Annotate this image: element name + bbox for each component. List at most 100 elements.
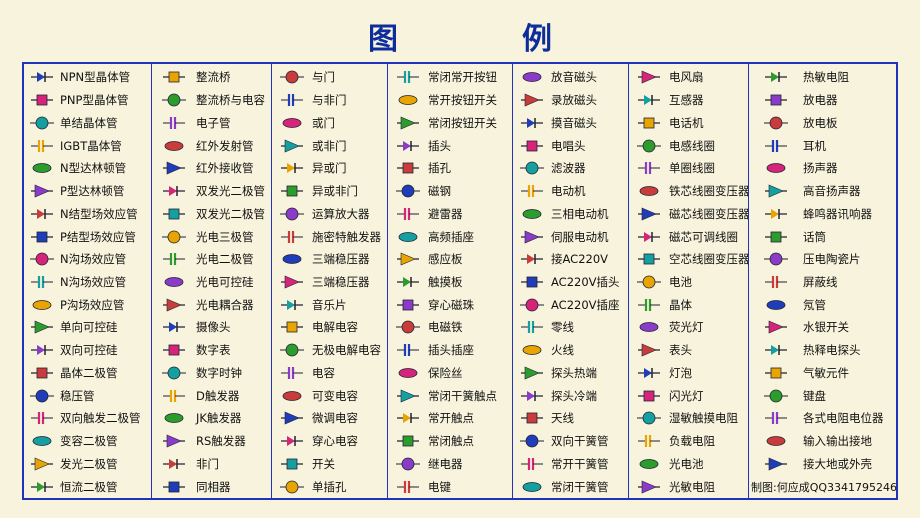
legend-item-label: 铁芯线圈变压器 xyxy=(669,184,748,199)
switch-icon xyxy=(272,455,312,473)
legend-item-label: 运算放大器 xyxy=(312,206,370,221)
digital-meter-icon xyxy=(152,341,196,359)
legend-item: 或非门 xyxy=(272,134,387,157)
legend-item-label: P结型场效应管 xyxy=(60,229,136,244)
battery-icon xyxy=(629,273,669,291)
legend-item: 空芯线圈变压器 xyxy=(629,248,748,271)
legend-item-label: 红外发射管 xyxy=(196,138,254,153)
legend-item: 晶体 xyxy=(629,293,748,316)
lightning-arrester-icon xyxy=(388,205,428,223)
optocoupler-icon xyxy=(152,296,196,314)
nc-no-button-icon xyxy=(388,68,428,86)
legend-item-label: 蜂鸣器讯响器 xyxy=(803,206,872,221)
legend-item: 恒流二极管 xyxy=(24,475,151,498)
legend-item-label: 常闭按钮开关 xyxy=(428,115,497,130)
legend-item: AC220V插头 xyxy=(513,271,628,294)
legend-item-label: 电感线圈 xyxy=(669,138,715,153)
legend-item-label: 常开干簧管 xyxy=(551,456,609,471)
legend-item: 电磁铁 xyxy=(388,316,512,339)
load-resistor-icon xyxy=(629,432,669,450)
legend-item: 单结晶体管 xyxy=(24,111,151,134)
legend-item-label: PNP型晶体管 xyxy=(60,93,129,108)
ac220v-terminal-icon xyxy=(513,250,551,268)
legend-item-label: 探头冷端 xyxy=(551,388,597,403)
legend-item: 接大地或外壳 xyxy=(749,452,896,475)
legend-item-label: 电键 xyxy=(428,479,451,494)
legend-item-label: 磁芯线圈变压器 xyxy=(669,206,748,221)
n-channel-fet-icon xyxy=(24,250,60,268)
legend-item: 数字时钟 xyxy=(152,362,271,385)
legend-item: 整流桥与电容 xyxy=(152,89,271,112)
legend-item: 常开干簧管 xyxy=(513,452,628,475)
legend-item-label: 三相电动机 xyxy=(551,206,609,221)
legend-item: 电解电容 xyxy=(272,316,387,339)
legend-item: 常闭干簧管 xyxy=(513,475,628,498)
legend-item-label: N结型场效应管 xyxy=(60,206,138,221)
rectifier-capacitor-icon xyxy=(152,91,196,109)
legend-item-label: 或门 xyxy=(312,115,335,130)
legend-item: 稳压管 xyxy=(24,384,151,407)
legend-item-label: 与门 xyxy=(312,70,335,85)
ac220v-plug-icon xyxy=(513,273,551,291)
legend-item-label: 接AC220V xyxy=(551,252,609,267)
legend-item: 耳机 xyxy=(749,134,896,157)
sensor-plate-icon xyxy=(388,250,428,268)
legend-item-label: 数字时钟 xyxy=(196,365,242,380)
rs-flipflop-icon xyxy=(152,432,196,450)
legend-item-label: 电话机 xyxy=(669,115,704,130)
touch-pad-icon xyxy=(388,273,428,291)
legend-item-label: 异或门 xyxy=(312,161,347,176)
legend-item-label: 常闭常开按钮 xyxy=(428,70,497,85)
no-reed-icon xyxy=(513,455,551,473)
legend-item: 光敏电阻 xyxy=(629,475,748,498)
bridge-rectifier-icon xyxy=(152,68,196,86)
earth-ground-icon xyxy=(749,455,803,473)
legend-item-label: P型达林顿管 xyxy=(60,184,125,199)
legend-item: AC220V插座 xyxy=(513,293,628,316)
legend-item: 常闭触点 xyxy=(388,430,512,453)
npn-transistor-icon xyxy=(24,68,60,86)
filter-icon xyxy=(513,159,551,177)
adjustable-coil-icon xyxy=(629,228,669,246)
legend-item: 光电二极管 xyxy=(152,248,271,271)
legend-item: 滤波器 xyxy=(513,157,628,180)
discharge-plate-icon xyxy=(749,114,803,132)
legend-item-label: 避雷器 xyxy=(428,206,463,221)
speaker-icon xyxy=(749,159,803,177)
legend-item-label: 整流桥 xyxy=(196,70,231,85)
legend-column: 放音磁头 录放磁头 摸音磁头 电唱头 滤波器 电动机 三相电动机 伺服电动机 接AC220V AC… xyxy=(513,64,629,498)
legend-item: 铁芯线圈变压器 xyxy=(629,180,748,203)
legend-item-label: 可变电容 xyxy=(312,388,358,403)
legend-item: 单圈线圈 xyxy=(629,157,748,180)
nc-reed-contact-icon xyxy=(388,387,428,405)
legend-item: 开关 xyxy=(272,452,387,475)
legend-item: P沟场效应管 xyxy=(24,293,151,316)
legend-item: 与非门 xyxy=(272,89,387,112)
legend-item-label: 晶体二极管 xyxy=(60,365,118,380)
legend-item: 双向可控硅 xyxy=(24,339,151,362)
legend-item-label: 电动机 xyxy=(551,184,586,199)
variable-capacitor-icon xyxy=(272,387,312,405)
legend-item-label: 光敏电阻 xyxy=(669,479,715,494)
legend-item-label: 穿心磁珠 xyxy=(428,297,474,312)
dual-led-icon xyxy=(152,205,196,223)
legend-item: 磁芯线圈变压器 xyxy=(629,202,748,225)
title-char-1: 图 xyxy=(368,22,398,57)
crystal-icon xyxy=(629,296,669,314)
piezo-ceramic-icon xyxy=(749,250,803,268)
legend-item-label: 电风扇 xyxy=(669,70,704,85)
nonpolar-capacitor-icon xyxy=(272,341,312,359)
legend-item: N型达林顿管 xyxy=(24,157,151,180)
legend-item: 常闭按钮开关 xyxy=(388,111,512,134)
legend-column: 与门 与非门 或门 或非门 异或门 异或非门 运算放大器 施密特触发器 三端稳压器 三端稳压器 音乐… xyxy=(272,64,388,498)
photoresistor-icon xyxy=(629,478,669,496)
legend-item: 各式电阻电位器 xyxy=(749,407,896,430)
motor-icon xyxy=(513,182,551,200)
or-gate-icon xyxy=(272,114,312,132)
plug-socket-icon xyxy=(388,341,428,359)
legend-item-label: 整流桥与电容 xyxy=(196,93,265,108)
legend-item-label: 磁芯可调线圈 xyxy=(669,229,738,244)
legend-item-label: 光电池 xyxy=(669,456,704,471)
shielded-wire-icon xyxy=(749,273,803,291)
legend-item: 电风扇 xyxy=(629,66,748,89)
